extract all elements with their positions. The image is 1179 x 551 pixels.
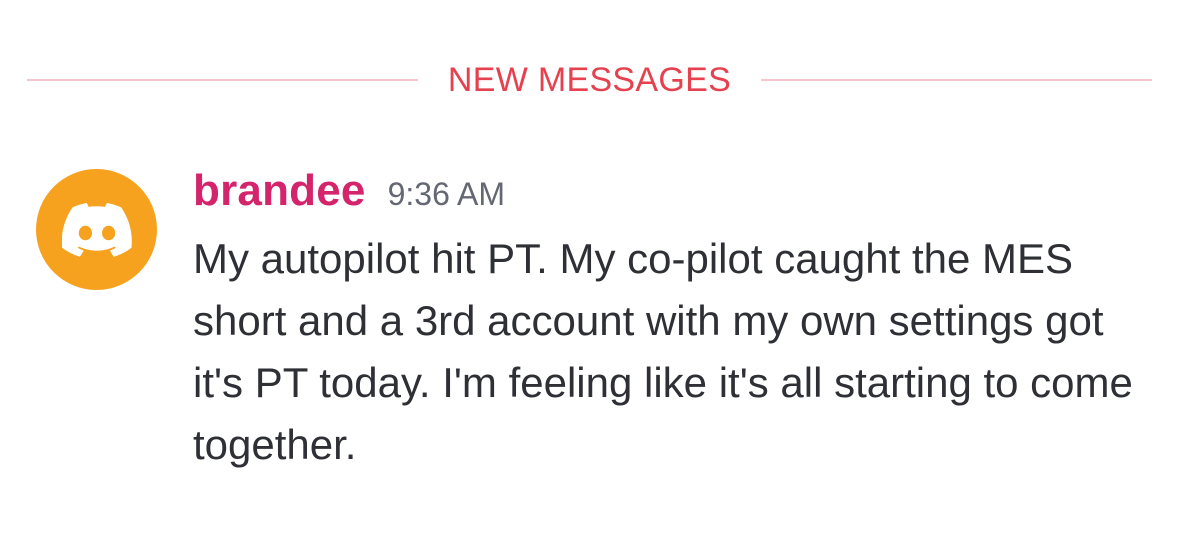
divider-line-left <box>27 79 418 81</box>
message-header: brandee 9:36 AM <box>193 166 1153 224</box>
message: brandee 9:36 AM My autopilot hit PT. My … <box>193 166 1153 476</box>
chat-view: NEW MESSAGES brandee 9:36 AM My autopilo… <box>0 0 1179 551</box>
avatar[interactable] <box>36 169 157 290</box>
divider-line-right <box>761 79 1152 81</box>
new-messages-divider: NEW MESSAGES <box>27 58 1152 102</box>
new-messages-label: NEW MESSAGES <box>447 60 732 99</box>
username[interactable]: brandee <box>193 166 366 216</box>
timestamp: 9:36 AM <box>387 176 505 212</box>
discord-logo-icon <box>61 202 132 257</box>
message-content: My autopilot hit PT. My co-pilot caught … <box>193 235 1133 468</box>
